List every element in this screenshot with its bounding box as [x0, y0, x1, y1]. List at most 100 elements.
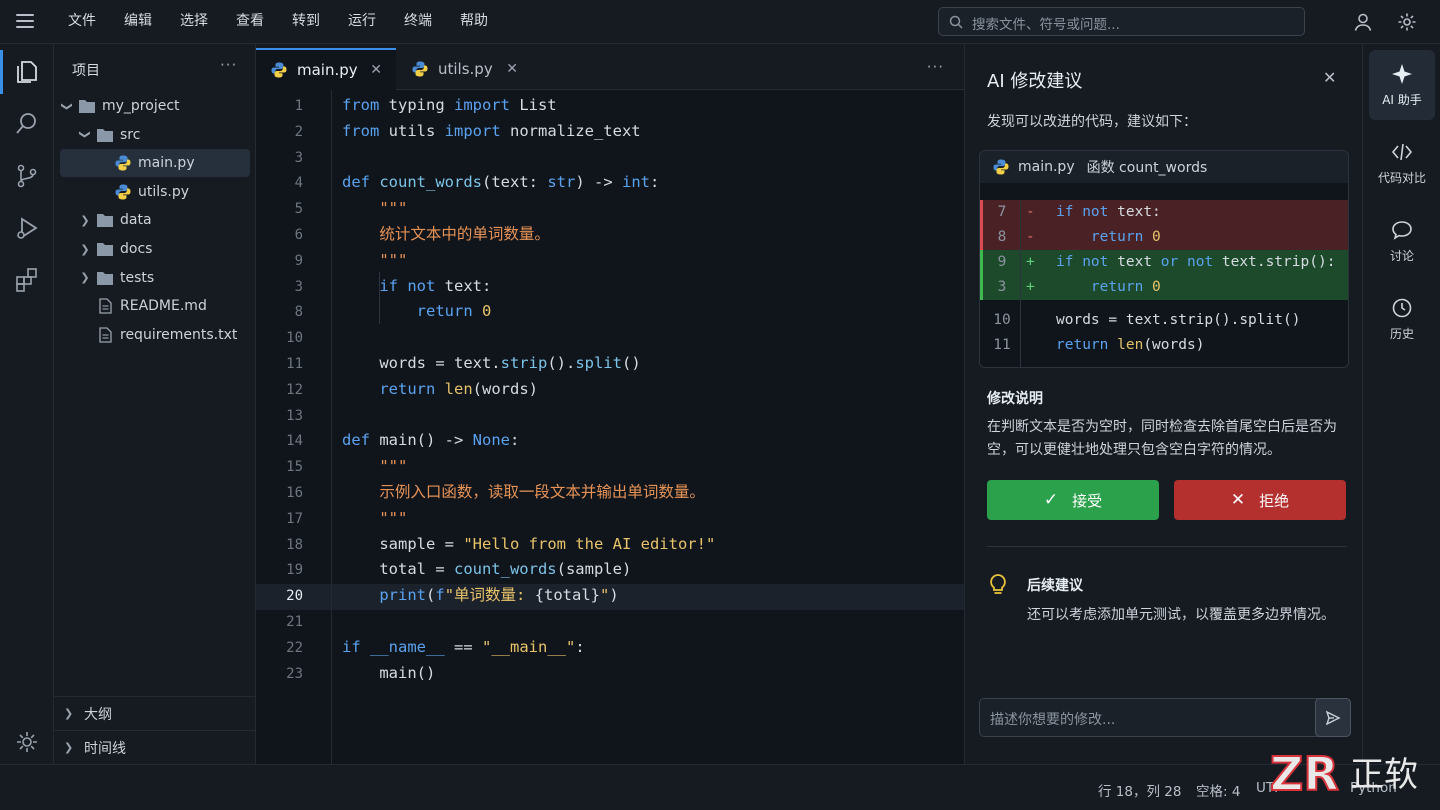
panel-title: AI 修改建议: [987, 71, 1083, 92]
line-number: 8: [294, 304, 303, 321]
code-token: 0: [1152, 229, 1161, 245]
more-actions-icon[interactable]: ···: [927, 58, 944, 76]
tab-utils-py[interactable]: utils.py ✕: [397, 48, 532, 90]
code-line[interactable]: if __name__ == "__main__":: [342, 634, 585, 660]
folder-icon: [97, 214, 113, 228]
prompt-placeholder: 描述你想要的修改...: [990, 712, 1116, 728]
tree-item[interactable]: ❯ src: [60, 121, 250, 149]
code-token: sample =: [342, 534, 464, 553]
discussion-tab[interactable]: 讨论: [1369, 206, 1435, 276]
code-line[interactable]: """: [342, 453, 407, 479]
code-token: :: [575, 637, 585, 656]
menu-icon[interactable]: [16, 14, 34, 28]
menu-item[interactable]: 运行: [334, 0, 390, 44]
tree-item[interactable]: ❯ tests: [60, 264, 250, 292]
chevron-right-icon: ❯: [80, 213, 90, 227]
diff-code: return 0: [1056, 225, 1161, 250]
chevron-right-icon: ❯: [80, 271, 90, 285]
explorer-panel: 项目 ··· ❯ my_project ❯ src main.py utils.py ❯ da…: [54, 44, 256, 764]
code-token: len: [444, 379, 473, 398]
search-icon[interactable]: [13, 110, 41, 138]
run-debug-icon[interactable]: [13, 214, 41, 242]
menu-item[interactable]: 帮助: [446, 0, 502, 44]
tree-item-label: docs: [120, 241, 153, 257]
gear-icon[interactable]: [1397, 12, 1417, 32]
account-icon[interactable]: [1353, 12, 1373, 32]
files-icon[interactable]: [13, 58, 41, 86]
tree-item[interactable]: README.md: [60, 292, 250, 320]
code-line[interactable]: total = count_words(sample): [342, 556, 631, 582]
code-token: words = text.strip().split(): [1056, 312, 1301, 328]
diff-file: main.py: [1018, 159, 1075, 175]
close-icon[interactable]: ✕: [506, 61, 518, 77]
tab-main-py[interactable]: main.py ✕: [256, 48, 396, 90]
menu-item[interactable]: 编辑: [110, 0, 166, 44]
code-line[interactable]: print(f"单词数量: {total}"): [342, 582, 618, 608]
tree-item[interactable]: requirements.txt: [60, 321, 250, 349]
tree-item[interactable]: ❯ docs: [60, 235, 250, 263]
code-token: typing: [379, 96, 454, 114]
settings-gear-icon[interactable]: [13, 728, 41, 756]
code-line[interactable]: from typing import List: [342, 92, 557, 118]
cursor-position[interactable]: 行 18，列 28: [1098, 780, 1181, 800]
tree-item-label: src: [120, 126, 141, 143]
menu-item[interactable]: 文件: [54, 0, 110, 44]
close-icon[interactable]: ✕: [1323, 68, 1336, 87]
code-line[interactable]: 统计文本中的单词数量。: [342, 221, 550, 247]
code-token: ().: [547, 354, 576, 372]
outline-section[interactable]: ❯ 大纲: [54, 696, 256, 730]
timeline-section[interactable]: ❯ 时间线: [54, 730, 256, 764]
history-tab[interactable]: 历史: [1369, 284, 1435, 354]
accept-button[interactable]: ✓ 接受: [987, 480, 1159, 520]
code-token: words = text.: [342, 354, 501, 372]
code-line[interactable]: if not text:: [342, 273, 491, 299]
code-line[interactable]: """: [342, 195, 407, 221]
menu-item[interactable]: 转到: [278, 0, 334, 44]
code-line[interactable]: def count_words(text: str) -> int:: [342, 169, 659, 195]
tree-item[interactable]: utils.py: [60, 178, 250, 206]
code-line[interactable]: from utils import normalize_text: [342, 118, 641, 144]
python-icon: [993, 159, 1009, 175]
menu-item[interactable]: 查看: [222, 0, 278, 44]
send-button[interactable]: [1315, 698, 1351, 737]
tree-item[interactable]: ❯ data: [60, 206, 250, 234]
compare-tab[interactable]: 代码对比: [1369, 128, 1435, 198]
svg-text:ZR: ZR: [1270, 747, 1339, 801]
code-line[interactable]: def main() -> None:: [342, 427, 519, 453]
code-line[interactable]: 示例入口函数，读取一段文本并输出单词数量。: [342, 479, 705, 505]
code-token: {total}: [534, 586, 601, 605]
code-token: text:: [1108, 204, 1161, 220]
code-token: 统计文本中的单词数量。: [379, 225, 550, 243]
code-line[interactable]: return len(words): [342, 376, 538, 402]
indent-setting[interactable]: 空格: 4: [1196, 780, 1240, 800]
code-line[interactable]: """: [342, 505, 407, 531]
ai-assistant-tab[interactable]: AI 助手: [1369, 50, 1435, 120]
tab-label: main.py: [297, 61, 358, 79]
menu-item[interactable]: 选择: [166, 0, 222, 44]
code-line[interactable]: main(): [342, 660, 435, 686]
code-token: ==: [444, 637, 482, 656]
tree-item[interactable]: main.py: [60, 149, 250, 178]
code-editor[interactable]: main.py ✕ utils.py ✕ ··· 1 2 3 4 5 6 9 3 8 10 11 12…: [256, 44, 964, 764]
extensions-icon[interactable]: [13, 266, 41, 294]
code-token: text.strip():: [1213, 254, 1336, 270]
code-line[interactable]: words = text.strip().split(): [342, 350, 640, 376]
code-line[interactable]: """: [342, 247, 407, 273]
tree-item[interactable]: ❯ my_project: [60, 92, 250, 120]
tab-label: utils.py: [438, 60, 493, 78]
code-line[interactable]: return 0: [342, 298, 492, 324]
search-input[interactable]: 搜索文件、符号或问题...: [938, 7, 1305, 36]
code-line[interactable]: sample = "Hello from the AI editor!": [342, 531, 715, 557]
reject-button[interactable]: ✕ 拒绝: [1174, 480, 1346, 520]
prompt-input[interactable]: 描述你想要的修改...: [979, 698, 1351, 737]
source-control-icon[interactable]: [13, 162, 41, 190]
code-token: "单词数量:: [444, 586, 535, 605]
close-icon[interactable]: ✕: [370, 62, 382, 78]
diff-line-number: 10: [993, 312, 1011, 328]
more-actions-icon[interactable]: ···: [220, 56, 237, 74]
menu-item[interactable]: 终端: [390, 0, 446, 44]
